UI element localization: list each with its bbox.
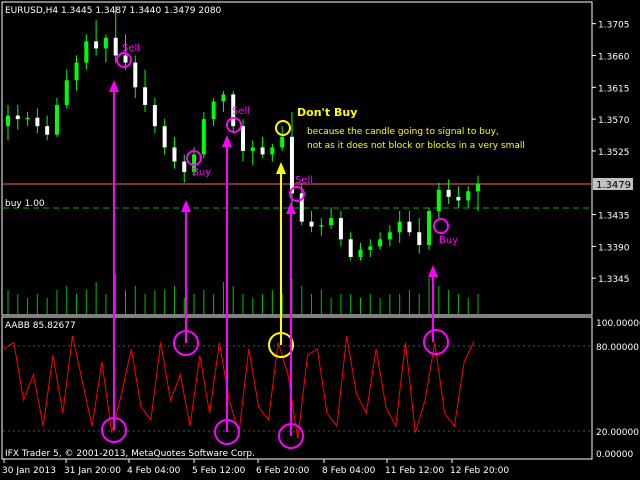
level-label-20: 20.00000 xyxy=(596,428,639,438)
candle-body xyxy=(407,221,412,233)
candle-body xyxy=(182,161,187,173)
candle-body xyxy=(270,147,275,155)
candle-body xyxy=(358,249,363,257)
price-tick-label: 1.3525 xyxy=(598,148,630,158)
candle-body xyxy=(6,115,10,127)
candle-body xyxy=(466,191,471,201)
price-tick-label: 1.3345 xyxy=(598,275,630,285)
price-tick-label: 1.3435 xyxy=(598,212,630,222)
candle-body xyxy=(476,183,480,192)
level-label-0: 0.00000 xyxy=(596,450,633,460)
candle-body xyxy=(221,94,226,102)
price-axis: 1.3705 1.3660 1.3615 1.3570 1.3525 1.3435 1.33… xyxy=(592,21,630,285)
buy-label-2: Buy xyxy=(439,235,458,246)
candle-body xyxy=(309,221,314,227)
time-tick-label: 12 Feb 20:00 xyxy=(450,466,509,476)
candle-body xyxy=(368,246,373,250)
sell-label-1: Sell xyxy=(122,43,140,54)
level-label-80: 80.00000 xyxy=(596,343,639,353)
candle-body xyxy=(211,101,216,120)
candle-body xyxy=(113,37,118,56)
current-price-label: 1.3479 xyxy=(596,180,631,191)
candle-body xyxy=(143,87,148,105)
time-tick-label: 6 Feb 20:00 xyxy=(256,466,310,476)
candle-body xyxy=(348,239,353,257)
price-tick-label: 1.3570 xyxy=(598,116,630,126)
candle-body xyxy=(378,239,383,247)
candle-body xyxy=(289,136,294,194)
time-tick-label: 11 Feb 12:00 xyxy=(385,466,444,476)
time-tick-label: 31 Jan 20:00 xyxy=(64,466,121,476)
candle-body xyxy=(64,80,69,105)
sell-label-2: Sell xyxy=(232,106,250,117)
candle-body xyxy=(152,104,157,127)
position-label: buy 1.00 xyxy=(5,199,45,209)
price-tick-label: 1.3615 xyxy=(598,84,630,94)
price-tick-label: 1.3660 xyxy=(598,52,630,62)
dont-buy-title: Don't Buy xyxy=(297,106,357,119)
candle-body xyxy=(162,126,167,148)
time-tick-label: 30 Jan 2013 xyxy=(2,466,56,476)
candle-body xyxy=(260,147,265,155)
chart-window[interactable]: 1.3705 1.3660 1.3615 1.3570 1.3525 1.3435 1.33… xyxy=(0,0,640,480)
candle-body xyxy=(319,225,324,227)
dont-buy-note-1: because the candle going to signal to bu… xyxy=(307,127,499,137)
candle-body xyxy=(250,147,255,151)
candle-body xyxy=(280,136,285,148)
candle-body xyxy=(329,218,334,226)
candle-body xyxy=(45,126,50,135)
sell-label-3: Sell xyxy=(295,175,313,186)
time-tick-label: 4 Feb 04:00 xyxy=(127,466,181,476)
price-tick-label: 1.3705 xyxy=(598,21,630,31)
candle-body xyxy=(427,211,432,245)
buy-label-1: Buy xyxy=(192,167,211,178)
candle-body xyxy=(74,62,79,81)
level-label-100: 100.00000 xyxy=(596,319,640,329)
candle-body xyxy=(241,126,245,151)
candle-body xyxy=(103,37,108,49)
candle-body xyxy=(25,117,30,120)
candle-body xyxy=(456,196,461,201)
candle-body xyxy=(15,115,20,120)
time-tick-label: 8 Feb 04:00 xyxy=(322,466,376,476)
candle-body xyxy=(54,104,59,135)
candle-body xyxy=(94,41,99,49)
candle-body xyxy=(338,218,343,240)
candle-body xyxy=(84,41,89,63)
candle-body xyxy=(387,232,392,240)
candle-body xyxy=(417,232,422,245)
candle-body xyxy=(201,119,206,155)
candle-body xyxy=(436,189,441,212)
candle-body xyxy=(35,117,40,127)
indicator-name: AABB 85.82677 xyxy=(5,321,76,331)
symbol-info: EURUSD,H4 1.3445 1.3487 1.3440 1.3479 20… xyxy=(5,6,222,16)
candle-body xyxy=(397,221,402,233)
candle-body xyxy=(172,147,177,162)
chart-background xyxy=(0,0,640,480)
candle-body xyxy=(446,189,451,197)
candle-body xyxy=(123,55,128,63)
price-tick-label: 1.3390 xyxy=(598,243,630,253)
time-tick-label: 5 Feb 12:00 xyxy=(192,466,246,476)
dont-buy-note-2: not as it does not block or blocks in a … xyxy=(307,141,525,151)
candle-body xyxy=(133,62,138,88)
copyright-label: IFX Trader 5, © 2001-2013, MetaQuotes So… xyxy=(5,449,255,459)
